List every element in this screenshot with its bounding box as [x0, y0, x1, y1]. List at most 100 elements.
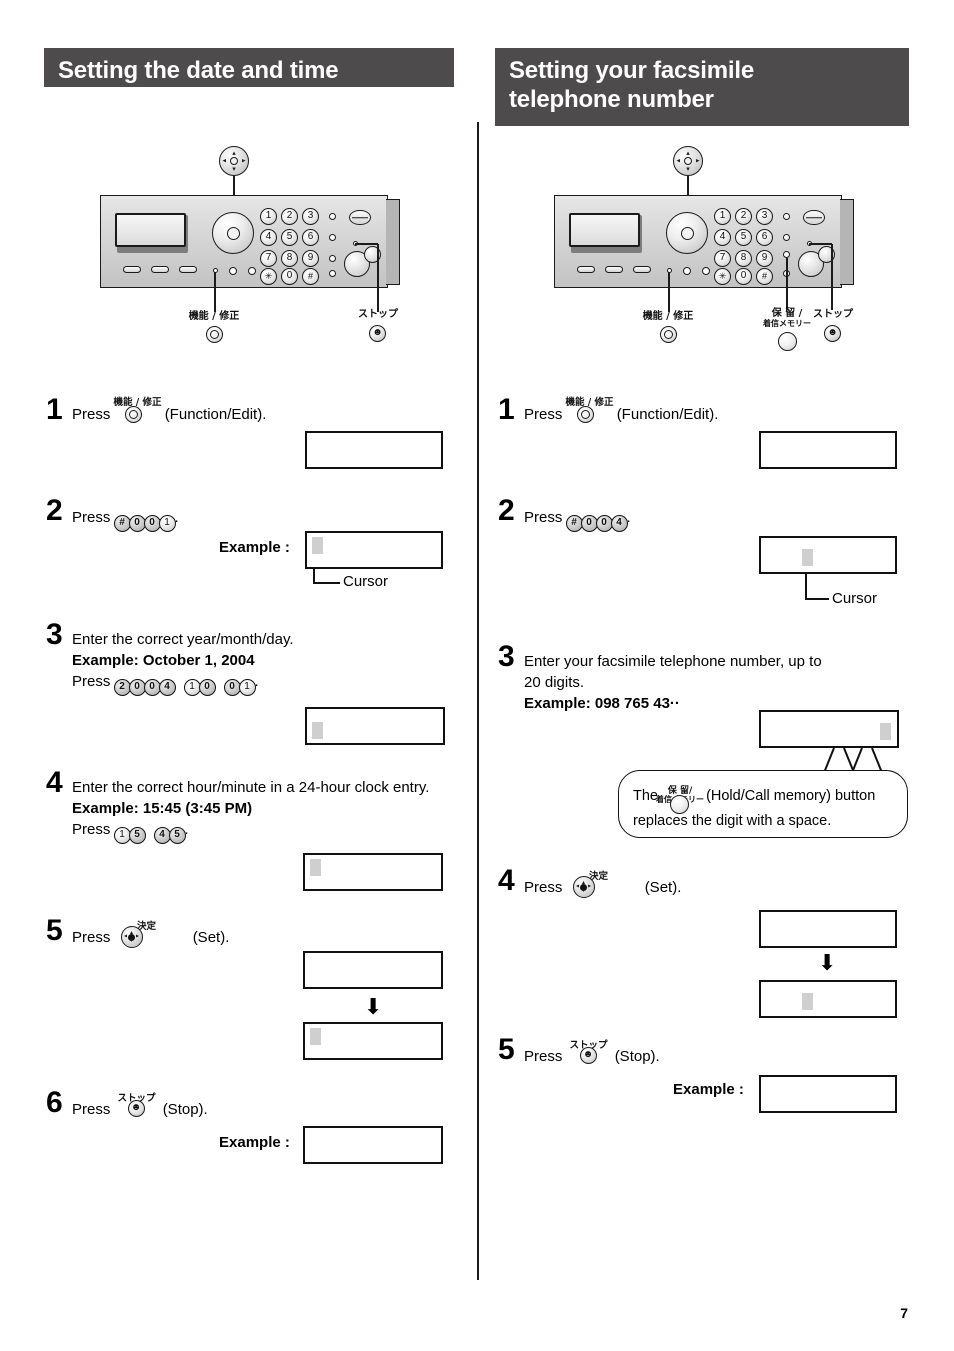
- step-number: 4: [46, 766, 63, 799]
- press-word: Press: [72, 929, 111, 946]
- balloon-middle: (Hold/Call memory) button: [706, 788, 876, 804]
- arrow-down-icon: ⬇: [364, 995, 383, 1020]
- set-key-inline: 決定 ▴ ▾ ◂ ▸: [567, 871, 623, 898]
- display-box-step1: [759, 431, 897, 469]
- trailing-period: .: [626, 509, 631, 526]
- control-panel-side: [386, 199, 400, 285]
- left-section-header: Setting the date and time: [44, 48, 454, 87]
- lcd-cursor-block: [312, 722, 323, 739]
- keycap-1b: 1: [238, 679, 256, 696]
- arrow-down-icon: ▾: [232, 165, 236, 173]
- panel-oval-key-2: [605, 266, 623, 273]
- lcd-cursor-block: [802, 993, 813, 1010]
- press-word: Press: [72, 673, 111, 690]
- control-panel-side: [840, 199, 854, 285]
- function-edit-leader-line: [214, 272, 216, 312]
- step-number: 2: [498, 494, 515, 527]
- arrow-left-icon: ◂: [222, 157, 227, 165]
- press-word: Press: [72, 509, 111, 526]
- function-edit-button-icon: [576, 406, 594, 423]
- lcd-cursor-block: [802, 549, 813, 566]
- display-box-step5b: [303, 1022, 443, 1060]
- stop-button-icon: ☻: [369, 325, 386, 342]
- step-number: 1: [498, 393, 515, 426]
- keycap-1: 1: [158, 515, 176, 532]
- step4-line2: Example: 15:45 (3:45 PM): [72, 800, 253, 817]
- navigator-set-button-icon: ▴ ▾ ◂ ▸: [572, 876, 595, 904]
- right-section-title-line2: telephone number: [509, 86, 714, 114]
- keycap-5b: 5: [168, 827, 186, 844]
- panel-oval-key-1: [123, 266, 141, 273]
- panel-lcd-screen: [115, 213, 186, 247]
- panel-copy-key: [349, 210, 371, 225]
- stop-button-icon: ☻: [579, 1047, 597, 1064]
- panel-oval-key-3: [179, 266, 197, 273]
- panel-side-led-4: [329, 270, 336, 277]
- stop-leader-line: [377, 244, 379, 312]
- navigator-leader-line: [687, 176, 689, 196]
- display-box-step3: [305, 707, 445, 745]
- function-edit-button-icon: [206, 326, 223, 343]
- function-edit-button-icon: [660, 326, 677, 343]
- figure-label-stop: ストップ: [813, 309, 853, 320]
- press-word: Press: [524, 509, 563, 526]
- display-box-step1: [305, 431, 443, 469]
- figure-label-function-edit: 機能 / 修正: [188, 311, 240, 322]
- press-word: Press: [524, 406, 563, 423]
- keycap-0d: 0: [223, 679, 241, 696]
- navigator-key-icon: ▴ ▾ ◂ ▸: [219, 146, 249, 176]
- keycap-0c: 0: [198, 679, 216, 696]
- step3-line1: Enter the correct year/month/day.: [72, 631, 294, 648]
- step3-line1: Enter your facsimile telephone number, u…: [524, 653, 822, 670]
- keycap-0b: 0: [143, 515, 161, 532]
- step-number: 1: [46, 393, 63, 426]
- navigator-set-button-icon: ▴ ▾ ◂ ▸: [120, 926, 143, 954]
- panel-indicator-led-1: [683, 267, 691, 275]
- arrow-left-icon: ◂: [676, 157, 681, 165]
- stop-key-inline: ストップ ☻: [115, 1093, 159, 1118]
- display-box-step4a: [759, 910, 897, 948]
- stop-leader-line-horizontal: [809, 243, 832, 245]
- stop-leader-line: [831, 244, 833, 310]
- set-key-inline: 決定 ▴ ▾ ◂ ▸: [115, 921, 171, 948]
- hold-call-memory-button-icon: [778, 332, 797, 351]
- keycap-0a: 0: [580, 515, 598, 532]
- panel-indicator-led-1: [229, 267, 237, 275]
- arrow-up-icon: ▴: [232, 149, 236, 157]
- lcd-cursor-block: [310, 1028, 321, 1045]
- step-number: 2: [46, 494, 63, 527]
- arrow-up-icon: ▴: [686, 149, 690, 157]
- panel-side-led-3: [783, 251, 790, 258]
- trailing-period: .: [254, 673, 259, 690]
- panel-oval-key-2: [151, 266, 169, 273]
- press-word: Press: [72, 821, 111, 838]
- left-section-title: Setting the date and time: [58, 57, 339, 84]
- display-box-step5a: [303, 951, 443, 989]
- step-number: 6: [46, 1086, 63, 1119]
- display-box-step5: [759, 1075, 897, 1113]
- display-box-step6: [303, 1126, 443, 1164]
- function-edit-key-inline: 機能 / 修正: [565, 397, 614, 423]
- display-box-step2: [759, 536, 897, 574]
- right-section-header: Setting your facsimile telephone number: [495, 48, 909, 126]
- cursor-label-step2: Cursor: [343, 573, 389, 590]
- press-word: Press: [524, 879, 563, 896]
- step-number: 3: [46, 618, 63, 651]
- step-number: 4: [498, 864, 515, 897]
- balloon-line2: replaces the digit with a space.: [633, 813, 832, 829]
- step4-press-line: Press 1545.: [72, 819, 429, 844]
- press-word: Press: [72, 406, 111, 423]
- fax-panel-figure-left: ▴ ▾ ◂ ▸ 1 2 3 4 5 6 7 8 9 ✳ 0 # 機能 / 修正 …: [96, 146, 406, 351]
- page-number: 7: [900, 1305, 908, 1321]
- keycap-hash: #: [113, 515, 131, 532]
- cursor-label-step2: Cursor: [832, 590, 878, 607]
- panel-oval-key-3: [633, 266, 651, 273]
- display-box-step4b: [759, 980, 897, 1018]
- panel-navigator-button: [212, 212, 254, 254]
- stop-en-label: (Stop).: [162, 1101, 208, 1118]
- function-edit-key-inline: 機能 / 修正: [113, 397, 162, 423]
- arrow-right-icon: ▸: [241, 157, 246, 165]
- step4-line1: Enter the correct hour/minute in a 24-ho…: [72, 779, 430, 796]
- stop-key-inline: ストップ ☻: [567, 1040, 611, 1065]
- arrow-down-icon: ▾: [686, 165, 690, 173]
